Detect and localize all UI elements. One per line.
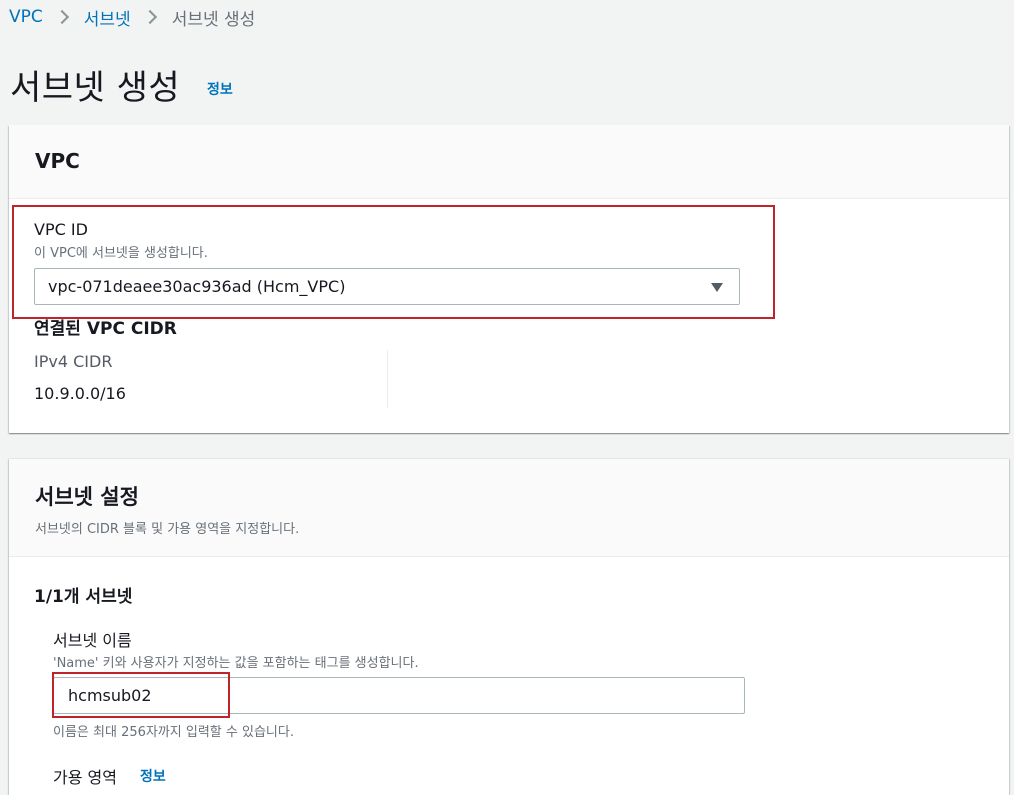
breadcrumb: VPC 서브넷 서브넷 생성	[9, 5, 256, 30]
subnet-panel-title: 서브넷 설정	[35, 485, 139, 509]
vpc-panel: VPC VPC ID 이 VPC에 서브넷을 생성합니다. vpc-071dea…	[9, 125, 1009, 433]
subnet-panel-description: 서브넷의 CIDR 블록 및 가용 영역을 지정합니다.	[35, 522, 300, 537]
subnet-name-hint: 이름은 최대 256자까지 입력할 수 있습니다.	[53, 725, 294, 740]
caret-down-icon	[711, 283, 723, 292]
vpc-id-selected-value: vpc-071deaee30ac936ad (Hcm_VPC)	[48, 277, 346, 296]
vpc-cidr-heading: 연결된 VPC CIDR	[34, 319, 177, 339]
breadcrumb-current: 서브넷 생성	[171, 9, 256, 30]
page-title: 서브넷 생성	[10, 68, 181, 108]
vpc-id-select[interactable]: vpc-071deaee30ac936ad (Hcm_VPC)	[34, 268, 740, 305]
chevron-right-icon	[54, 9, 69, 25]
vpc-id-label: VPC ID	[34, 220, 88, 239]
chevron-right-icon	[142, 9, 157, 25]
subnet-count-heading: 1/1개 서브넷	[34, 587, 133, 607]
breadcrumb-vpc-link[interactable]: VPC	[9, 7, 43, 27]
ipv4-cidr-label: IPv4 CIDR	[34, 352, 113, 371]
subnet-panel-header: 서브넷 설정 서브넷의 CIDR 블록 및 가용 영역을 지정합니다.	[9, 459, 1009, 557]
column-divider	[387, 350, 388, 408]
availability-zone-label: 가용 영역	[53, 768, 117, 787]
vpc-panel-title: VPC	[35, 149, 80, 173]
subnet-name-value: hcmsub02	[68, 686, 152, 705]
availability-zone-info-link[interactable]: 정보	[140, 766, 166, 786]
breadcrumb-subnets-link[interactable]: 서브넷	[84, 5, 131, 30]
vpc-id-description: 이 VPC에 서브넷을 생성합니다.	[34, 246, 208, 261]
vpc-panel-header: VPC	[9, 125, 1009, 199]
subnet-name-input[interactable]: hcmsub02	[53, 677, 745, 714]
subnet-settings-panel: 서브넷 설정 서브넷의 CIDR 블록 및 가용 영역을 지정합니다. 1/1개…	[9, 459, 1009, 795]
ipv4-cidr-value: 10.9.0.0/16	[34, 384, 126, 403]
subnet-name-description: 'Name' 키와 사용자가 지정하는 값을 포함하는 태그를 생성합니다.	[53, 656, 419, 671]
page-info-link[interactable]: 정보	[207, 79, 233, 99]
subnet-name-label: 서브넷 이름	[53, 631, 132, 650]
